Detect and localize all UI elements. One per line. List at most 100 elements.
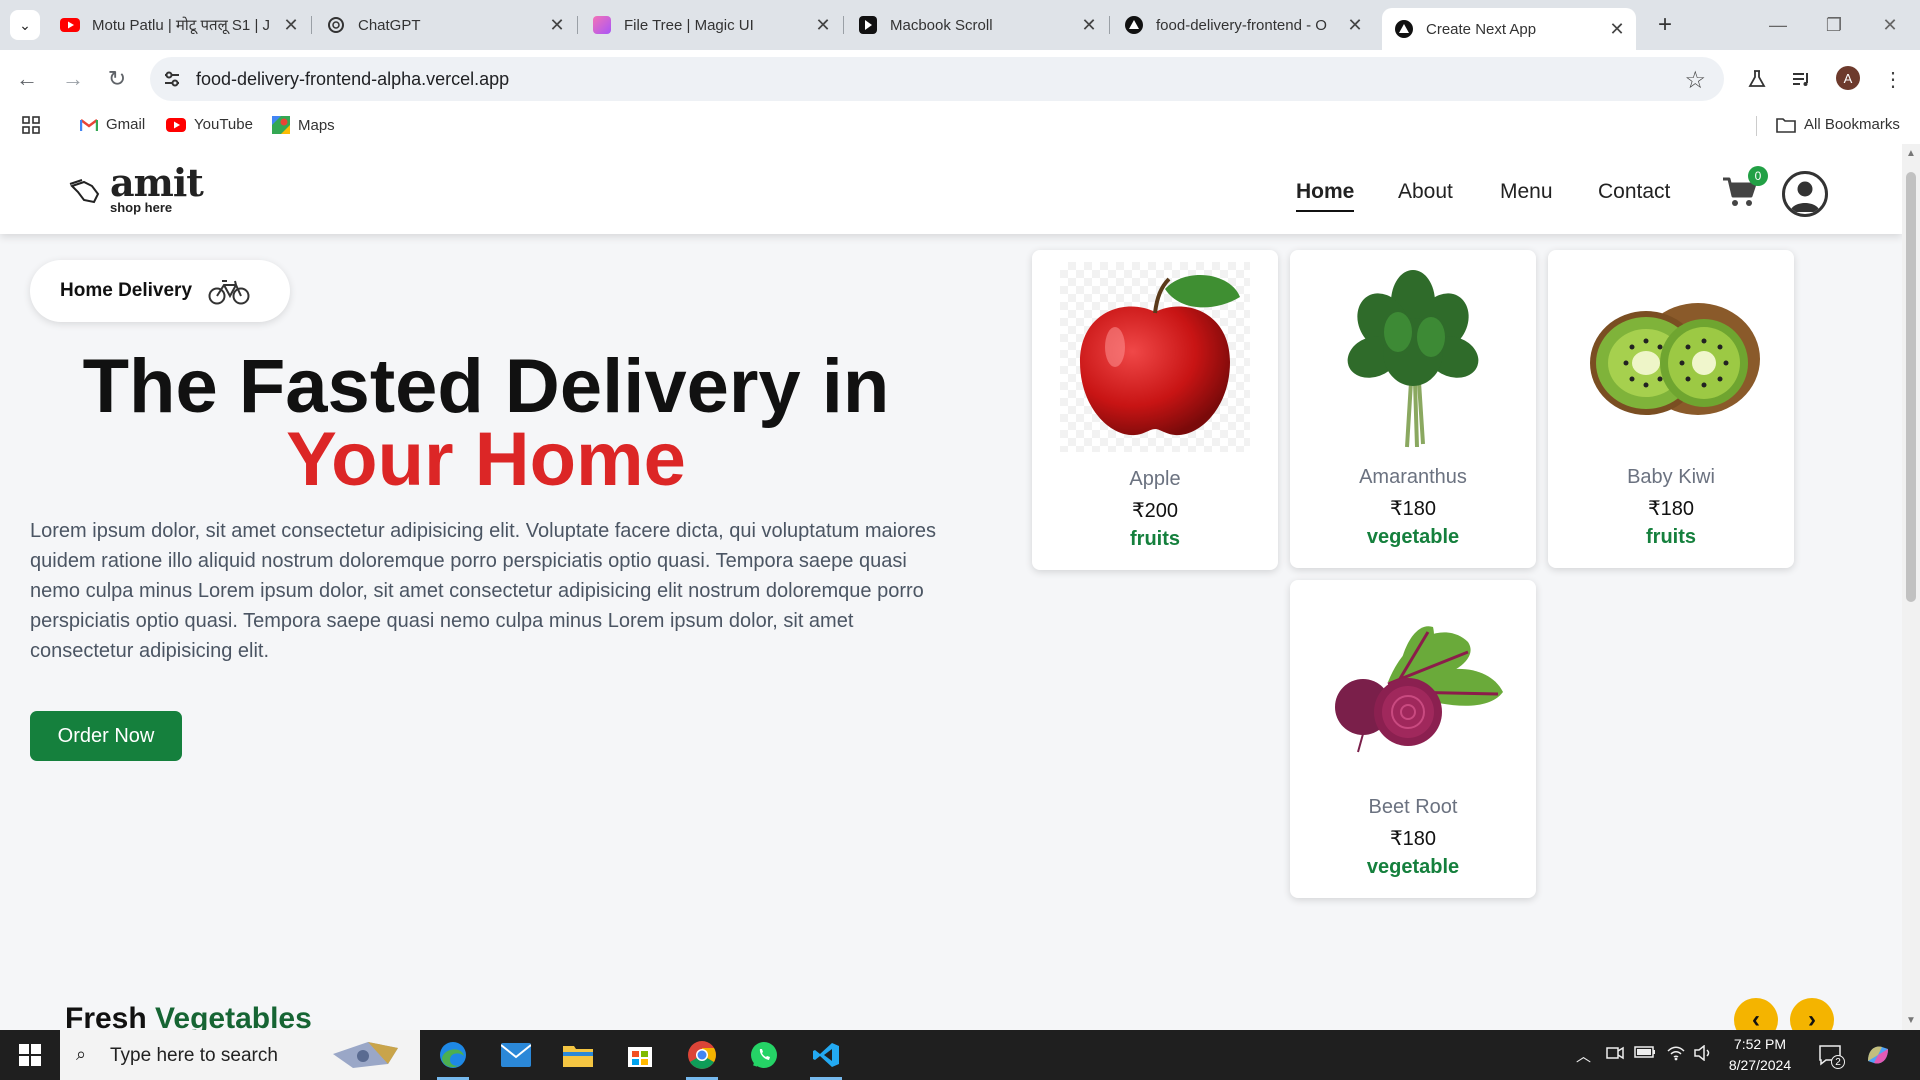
all-bookmarks[interactable]: All Bookmarks	[1776, 116, 1900, 133]
nav-menu[interactable]: Menu	[1500, 180, 1553, 204]
notification-count-badge: 2	[1831, 1055, 1845, 1069]
youtube-icon	[60, 15, 80, 35]
tab-create-next-app[interactable]: Create Next App ✕	[1382, 8, 1636, 50]
user-avatar-icon[interactable]	[1782, 171, 1828, 217]
tab-search-button[interactable]: ⌄	[10, 10, 40, 40]
copilot-icon[interactable]	[1858, 1035, 1898, 1075]
battery-icon[interactable]	[1634, 1045, 1656, 1062]
play-icon	[858, 15, 878, 35]
bicycle-icon	[208, 280, 250, 305]
address-bar[interactable]: food-delivery-frontend-alpha.vercel.app …	[150, 57, 1724, 101]
taskbar-clock[interactable]: 7:52 PM 8/27/2024	[1720, 1034, 1800, 1076]
vercel-icon	[1394, 19, 1414, 39]
product-category: vegetable	[1366, 526, 1460, 548]
windows-taskbar: ⌕ Type here to search ︿ 7:52 PM 8/27/202…	[0, 1030, 1920, 1080]
tab-motu-patlu[interactable]: Motu Patlu | मोटू पतलू S1 | J ✕	[48, 8, 312, 42]
close-tab-icon[interactable]: ✕	[1604, 16, 1630, 42]
nav-about[interactable]: About	[1398, 180, 1453, 204]
whatsapp-icon	[751, 1042, 777, 1068]
product-category: fruits	[1646, 526, 1696, 548]
apps-grid-icon[interactable]	[22, 116, 40, 134]
beetroot-image	[1318, 592, 1508, 782]
profile-avatar[interactable]: A	[1836, 66, 1860, 90]
tab-food-delivery[interactable]: food-delivery-frontend - O ✕	[1112, 8, 1374, 42]
order-now-button[interactable]: Order Now	[30, 711, 182, 761]
product-name: Beet Root	[1368, 796, 1458, 818]
hero-title-line2: Your Home	[286, 417, 686, 502]
scrollbar-thumb[interactable]	[1906, 172, 1916, 602]
notification-center-icon[interactable]: 2	[1818, 1043, 1845, 1069]
volume-icon[interactable]	[1694, 1044, 1712, 1065]
close-window-button[interactable]: ✕	[1870, 10, 1910, 40]
tray-overflow-icon[interactable]: ︿	[1576, 1045, 1591, 1066]
page-scrollbar[interactable]: ▲ ▼	[1902, 144, 1920, 1030]
product-category: fruits	[1130, 528, 1180, 550]
bookmark-maps[interactable]: Maps	[272, 116, 335, 134]
taskbar-file-explorer[interactable]	[558, 1035, 598, 1075]
bookmark-youtube[interactable]: YouTube	[166, 116, 253, 133]
chrome-icon	[688, 1041, 716, 1069]
chatgpt-icon	[326, 15, 346, 35]
bookmark-gmail[interactable]: Gmail	[80, 116, 145, 133]
taskbar-search-box[interactable]: ⌕ Type here to search	[60, 1030, 420, 1080]
forward-button[interactable]: →	[58, 64, 88, 94]
product-price: ₹180	[1389, 498, 1437, 520]
tab-file-tree[interactable]: File Tree | Magic UI ✕	[580, 8, 844, 42]
browser-tab-bar: ⌄ Motu Patlu | मोटू पतलू S1 | J ✕ ChatGP…	[0, 0, 1920, 50]
magicui-icon	[592, 15, 612, 35]
back-button[interactable]: ←	[12, 64, 42, 94]
hero-description: Lorem ipsum dolor, sit amet consectetur …	[30, 520, 937, 662]
wifi-icon[interactable]	[1666, 1045, 1686, 1065]
site-logo[interactable]: amit shop here	[68, 160, 208, 218]
taskbar-store[interactable]	[620, 1035, 660, 1075]
taskbar-mail[interactable]	[496, 1035, 536, 1075]
nav-contact[interactable]: Contact	[1598, 180, 1670, 204]
product-name: Apple	[1129, 468, 1181, 490]
bookmark-star-icon[interactable]: ☆	[1684, 66, 1706, 95]
product-card-baby-kiwi[interactable]: Baby Kiwi ₹180 fruits	[1548, 250, 1794, 568]
slide-right-button[interactable]: ›	[1790, 998, 1834, 1030]
close-tab-icon[interactable]: ✕	[810, 12, 836, 38]
reload-button[interactable]: ↻	[102, 64, 132, 94]
site-info-icon[interactable]	[162, 69, 182, 89]
close-tab-icon[interactable]: ✕	[1342, 12, 1368, 38]
chevron-left-icon: ‹	[1752, 1006, 1760, 1030]
tab-macbook-scroll[interactable]: Macbook Scroll ✕	[846, 8, 1110, 42]
product-name: Baby Kiwi	[1627, 466, 1715, 488]
folder-icon	[563, 1046, 593, 1067]
restore-button[interactable]: ❐	[1814, 10, 1854, 40]
slide-left-button[interactable]: ‹	[1734, 998, 1778, 1030]
product-price: ₹180	[1647, 498, 1695, 520]
site-header: amit shop here Home About Menu Contact 0	[0, 144, 1902, 234]
tab-chatgpt[interactable]: ChatGPT ✕	[314, 8, 578, 42]
new-tab-button[interactable]: +	[1652, 11, 1678, 38]
minimize-button[interactable]: —	[1758, 10, 1798, 40]
gmail-icon	[80, 118, 98, 131]
product-card-apple[interactable]: Apple ₹200 fruits	[1032, 250, 1278, 570]
labs-flask-icon[interactable]	[1744, 66, 1770, 92]
scroll-down-icon[interactable]: ▼	[1906, 1015, 1916, 1026]
media-control-icon[interactable]	[1788, 66, 1814, 92]
edge-icon	[440, 1042, 466, 1068]
product-price: ₹180	[1389, 828, 1437, 850]
taskbar-whatsapp[interactable]	[744, 1035, 784, 1075]
url-text[interactable]: food-delivery-frontend-alpha.vercel.app	[196, 69, 509, 90]
windows-start-button[interactable]	[0, 1030, 60, 1080]
nav-home[interactable]: Home	[1296, 180, 1355, 212]
taskbar-edge[interactable]	[433, 1035, 473, 1080]
taskbar-chrome[interactable]	[682, 1035, 722, 1080]
meet-now-icon[interactable]	[1606, 1045, 1624, 1065]
taskbar-vscode[interactable]	[806, 1035, 846, 1080]
close-tab-icon[interactable]: ✕	[278, 12, 304, 38]
cart-count-badge: 0	[1748, 166, 1768, 186]
close-tab-icon[interactable]: ✕	[1076, 12, 1102, 38]
vscode-icon	[813, 1043, 839, 1067]
product-card-amaranthus[interactable]: Amaranthus ₹180 vegetable	[1290, 250, 1536, 568]
product-card-beet-root[interactable]: Beet Root ₹180 vegetable	[1290, 580, 1536, 898]
menu-kebab-icon[interactable]: ⋮	[1880, 66, 1906, 92]
scroll-up-icon[interactable]: ▲	[1906, 148, 1916, 159]
close-tab-icon[interactable]: ✕	[544, 12, 570, 38]
home-delivery-badge: Home Delivery	[30, 260, 290, 322]
product-category: vegetable	[1366, 856, 1460, 878]
pointing-hand-icon	[69, 179, 100, 204]
